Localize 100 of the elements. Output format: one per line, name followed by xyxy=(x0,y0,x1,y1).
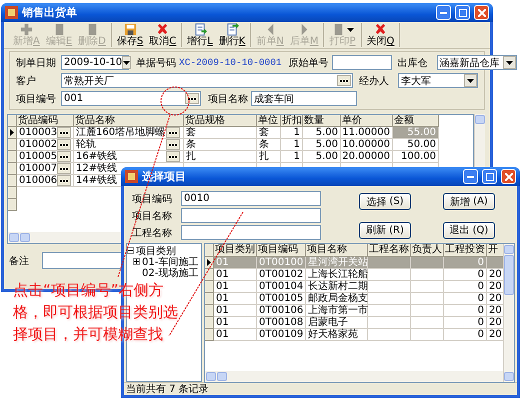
table-cell: 5.00 xyxy=(303,139,341,151)
input-field[interactable]: 001 xyxy=(61,91,201,106)
browse-button[interactable] xyxy=(57,151,72,162)
dialog-button[interactable]: 选择 (S) xyxy=(359,193,411,210)
dropdown-button[interactable] xyxy=(502,56,516,69)
warehouse-dropdown[interactable]: 涵嘉新品仓库 xyxy=(436,55,517,70)
toolbar-button[interactable]: 删行K xyxy=(216,23,248,47)
cell-text: 010007 xyxy=(19,163,58,174)
browse-button[interactable] xyxy=(57,139,72,150)
row-header[interactable] xyxy=(8,127,17,139)
table-cell: 0 xyxy=(444,257,487,269)
document-remove-icon xyxy=(226,23,239,36)
tree-item[interactable]: 01-车间施工 xyxy=(142,254,198,268)
dialog-button[interactable]: 退出 (Q) xyxy=(443,222,495,238)
cell-text: 12#铁线 xyxy=(76,163,118,174)
column-header[interactable]: 单价 xyxy=(341,115,393,127)
dialog-button[interactable]: 刷新 (R) xyxy=(359,222,411,238)
grid-corner xyxy=(8,115,17,127)
browse-button[interactable] xyxy=(57,127,72,138)
browse-button[interactable] xyxy=(185,93,199,104)
browse-button[interactable] xyxy=(57,175,72,186)
cell-text: 010003 xyxy=(19,127,58,138)
column-header[interactable]: 工程投资 xyxy=(444,244,487,257)
table-cell: 0 xyxy=(444,317,487,329)
minimize-button[interactable] xyxy=(463,169,478,184)
app-icon xyxy=(125,170,138,183)
dropdown-arrow-icon xyxy=(346,28,354,32)
toolbar-button[interactable]: 保存S xyxy=(114,23,146,47)
table-cell: 扎 xyxy=(257,151,281,163)
document-number: XC-2009-10-10-0001 xyxy=(179,57,282,68)
table-cell: 01 xyxy=(214,281,257,293)
table-cell: 50.00 xyxy=(393,139,439,151)
close-button[interactable] xyxy=(474,5,489,20)
browse-button[interactable] xyxy=(57,163,72,174)
table-cell: 0T00100 xyxy=(257,257,306,269)
column-header[interactable]: 项目类别 xyxy=(214,244,257,257)
column-header[interactable]: 数量 xyxy=(303,115,341,127)
table-cell: 20 xyxy=(487,281,503,293)
maximize-button[interactable] xyxy=(455,5,470,20)
table-cell xyxy=(411,293,444,305)
toolbar-button[interactable]: 取消C xyxy=(146,23,180,47)
column-header[interactable]: 开 xyxy=(487,244,503,257)
close-icon xyxy=(478,8,486,16)
close-button[interactable] xyxy=(501,169,516,184)
column-header[interactable]: 工程名称 xyxy=(368,244,411,257)
minimize-button[interactable] xyxy=(436,5,451,20)
table-cell: 上海长江轮船 xyxy=(306,269,368,281)
column-header[interactable]: 货品名称 xyxy=(74,115,184,127)
table-cell: 5.00 xyxy=(303,151,341,163)
table-cell: 条 xyxy=(184,139,257,151)
browse-button[interactable] xyxy=(166,139,180,150)
dropdown-button[interactable] xyxy=(464,74,477,87)
dialog-button[interactable]: 新增 (A) xyxy=(443,193,495,210)
row-header[interactable] xyxy=(205,257,214,269)
tree-item[interactable]: 02-现场施工 xyxy=(142,266,198,280)
cell-text: 16#铁线 xyxy=(76,151,118,162)
table-cell xyxy=(368,329,411,341)
dropdown-button[interactable] xyxy=(122,56,132,69)
document-add-icon xyxy=(194,23,206,36)
maximize-button[interactable] xyxy=(482,169,497,184)
column-header[interactable]: 项目名称 xyxy=(306,244,368,257)
table-cell xyxy=(411,317,444,329)
field-label: 单据号码 xyxy=(136,56,176,70)
input-field[interactable] xyxy=(181,225,321,240)
field-label: 客户 xyxy=(16,74,37,88)
table-cell: 01 xyxy=(214,257,257,269)
dropdown-arrow-icon xyxy=(467,78,474,82)
column-header[interactable]: 货品规格 xyxy=(184,115,257,127)
dropdown-arrow-icon xyxy=(123,60,130,64)
toolbar-button[interactable]: 增行L xyxy=(184,23,216,47)
table-cell: 20 xyxy=(487,329,503,341)
table-cell: 01 xyxy=(214,329,257,341)
handler-dropdown[interactable]: 李大军 xyxy=(398,73,478,88)
collapse-toggle[interactable] xyxy=(127,247,134,254)
toolbar-button[interactable]: 关闭Q xyxy=(364,23,398,47)
input-field[interactable] xyxy=(332,55,392,70)
column-header[interactable]: 折扣 xyxy=(281,115,303,127)
table-cell: 0 xyxy=(444,293,487,305)
field-label: 经办人 xyxy=(359,74,390,88)
column-header[interactable]: 货品编码 xyxy=(17,115,74,127)
table-cell: 0T00106 xyxy=(257,305,306,317)
table-cell: 1 xyxy=(281,139,303,151)
table-cell: 长达新村二期 xyxy=(306,281,368,293)
browse-button[interactable] xyxy=(166,127,180,138)
browse-button[interactable] xyxy=(166,151,180,162)
tree-item[interactable]: 项目类别 xyxy=(136,244,176,258)
date-dropdown[interactable]: 2009-10-10 xyxy=(61,55,129,70)
input-field[interactable]: 0010 xyxy=(181,191,321,206)
column-header[interactable]: 项目编码 xyxy=(257,244,306,257)
browse-button[interactable] xyxy=(337,75,351,86)
input-field[interactable] xyxy=(181,208,321,223)
table-cell: 0T00109 xyxy=(257,329,306,341)
row-header xyxy=(8,187,17,199)
input-field[interactable]: 常熟开关厂 xyxy=(61,73,353,88)
column-header[interactable]: 单位 xyxy=(257,115,281,127)
input-field[interactable]: 成套车间 xyxy=(251,91,357,106)
expand-toggle[interactable] xyxy=(133,258,140,265)
field-label: 原始单号 xyxy=(288,56,329,70)
table-cell: 启蒙电子 xyxy=(306,317,368,329)
column-header[interactable]: 负责人 xyxy=(411,244,444,257)
